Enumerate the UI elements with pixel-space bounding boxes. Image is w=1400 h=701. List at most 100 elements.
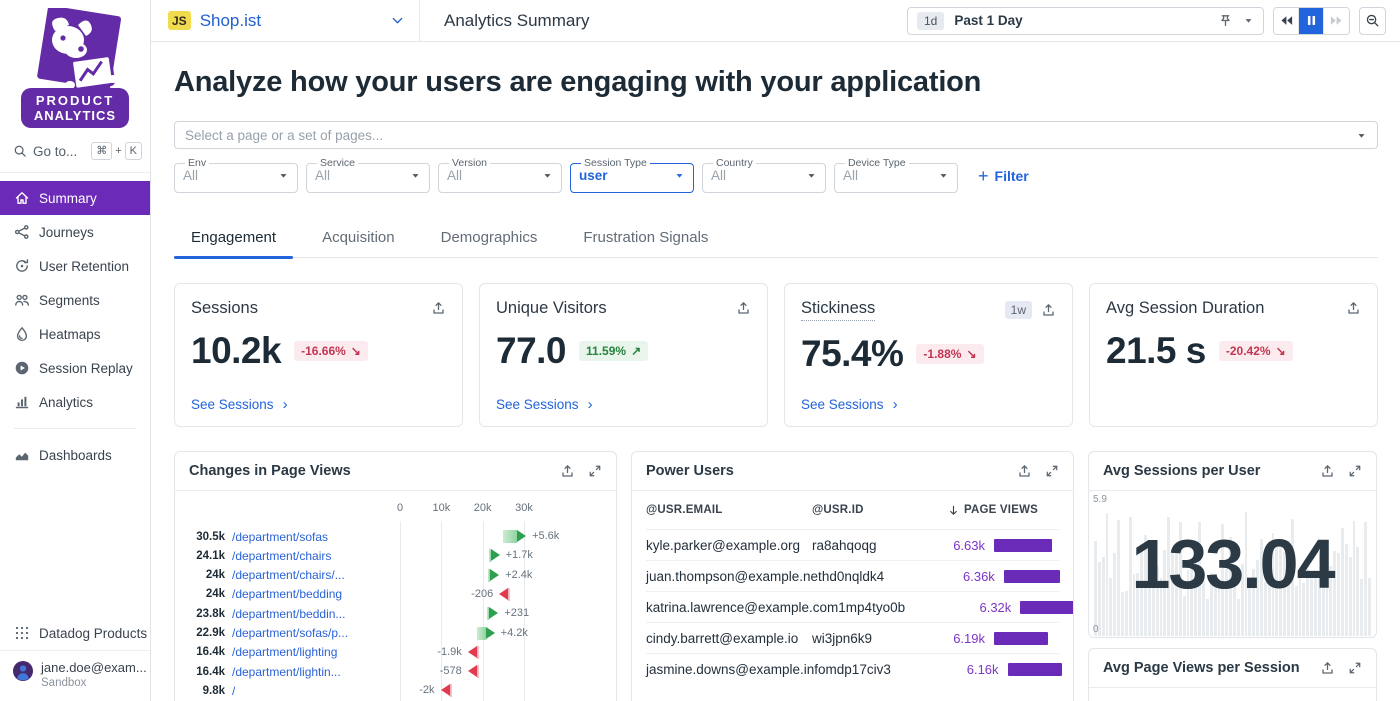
sidebar-item-session-replay[interactable]: Session Replay (0, 351, 150, 385)
page-link[interactable]: /department/sofas (232, 530, 328, 544)
filter-version[interactable]: VersionAll (438, 157, 562, 193)
tab-frustration-signals[interactable]: Frustration Signals (566, 221, 725, 257)
product-analytics-logo: PRODUCT ANALYTICS (0, 0, 150, 132)
page-selector-input[interactable]: Select a page or a set of pages... (174, 121, 1378, 149)
card-title: Avg Page Views per Session (1103, 660, 1300, 676)
page-link[interactable]: /department/chairs (232, 549, 331, 563)
y-axis-min-label: 0 (1093, 624, 1099, 635)
x-axis-tick: 20k (474, 502, 492, 514)
caret-down-icon (674, 170, 685, 181)
filter-device-type[interactable]: Device TypeAll (834, 157, 958, 193)
page-link[interactable]: / (232, 684, 235, 698)
column-header-usr-email[interactable]: @USR.EMAIL (646, 504, 812, 516)
caret-down-icon (1243, 15, 1254, 26)
rewind-button[interactable] (1274, 8, 1299, 34)
kpi-delta-badge: -16.66%↘ (294, 341, 368, 361)
decrease-arrow (468, 665, 479, 678)
tab-acquisition[interactable]: Acquisition (305, 221, 412, 257)
user-id-cell: ra8ahqoqg (812, 538, 947, 553)
column-header-page-views[interactable]: PAGE VIEWS (947, 504, 1059, 517)
sidebar-item-journeys[interactable]: Journeys (0, 215, 150, 249)
table-row[interactable]: juan.thompson@example.nethd0nqldk46.36k (646, 560, 1059, 591)
column-header-usr-id[interactable]: @USR.ID (812, 504, 947, 516)
sidebar-item-label: User Retention (39, 259, 129, 274)
filter-env[interactable]: EnvAll (174, 157, 298, 193)
sidebar: PRODUCT ANALYTICS Go to... ⌘ + K Summary… (0, 0, 151, 701)
page-link[interactable]: /department/lighting (232, 645, 337, 659)
fast-forward-button[interactable] (1324, 8, 1349, 34)
gridline (483, 521, 484, 701)
sidebar-item-dashboards[interactable]: Dashboards (0, 438, 150, 472)
go-to-search[interactable]: Go to... ⌘ + K (0, 132, 150, 173)
zoom-out-button[interactable] (1359, 7, 1386, 35)
pause-button[interactable] (1299, 8, 1324, 34)
sidebar-item-summary[interactable]: Summary (0, 181, 150, 215)
filter-session-type[interactable]: Session Typeuser (570, 157, 694, 193)
filter-service[interactable]: ServiceAll (306, 157, 430, 193)
page-link[interactable]: /department/beddin... (232, 607, 345, 621)
filter-value: All (711, 168, 726, 183)
table-row[interactable]: katrina.lawrence@example.com1mp4tyo0b6.3… (646, 591, 1059, 622)
export-button[interactable] (1320, 661, 1335, 676)
export-button[interactable] (1346, 301, 1361, 316)
page-link[interactable]: /department/chairs/... (232, 568, 345, 582)
see-sessions-link[interactable]: See Sessions› (191, 396, 288, 413)
export-button[interactable] (736, 301, 751, 316)
link-label: See Sessions (191, 397, 274, 412)
add-filter-button[interactable]: +Filter (978, 168, 1029, 184)
sidebar-item-user-retention[interactable]: User Retention (0, 249, 150, 283)
topbar: JS Shop.ist Analytics Summary 1d Past 1 … (151, 0, 1400, 42)
page-views-value: 16.4k (187, 646, 225, 658)
app-selector[interactable]: JS Shop.ist (151, 0, 420, 41)
expand-icon (1045, 464, 1059, 479)
change-label: -2k (419, 684, 434, 697)
export-button[interactable] (1041, 303, 1056, 318)
pin-icon[interactable] (1218, 13, 1233, 28)
caret-down-icon (278, 170, 289, 181)
time-range-selector[interactable]: 1d Past 1 Day (907, 7, 1264, 35)
page-views-value: 22.9k (187, 627, 225, 639)
page-views-row: 16.4k/department/lighting (187, 643, 399, 662)
page-link[interactable]: /department/lightin... (232, 665, 341, 679)
expand-button[interactable] (1348, 464, 1362, 479)
page-views-row: 24k/department/chairs/... (187, 566, 399, 585)
tab-demographics[interactable]: Demographics (424, 221, 555, 257)
sidebar-item-heatmaps[interactable]: Heatmaps (0, 317, 150, 351)
export-button[interactable] (431, 301, 446, 316)
user-account[interactable]: jane.doe@exam... Sandbox (0, 650, 150, 701)
page-views-row: 22.9k/department/sofas/p... (187, 624, 399, 643)
expand-button[interactable] (1045, 464, 1059, 479)
sidebar-item-label: Segments (39, 293, 100, 308)
expand-button[interactable] (1348, 661, 1362, 676)
table-row[interactable]: jasmine.downs@example.infomdp17civ36.16k (646, 653, 1059, 684)
table-row[interactable]: cindy.barrett@example.iowi3jpn6k96.19k (646, 622, 1059, 653)
user-id-cell: wi3jpn6k9 (812, 631, 947, 646)
time-range-badge: 1d (917, 12, 944, 30)
table-row[interactable]: kyle.parker@example.orgra8ahqoqg6.63k (646, 529, 1059, 560)
grid-apps-icon (14, 625, 30, 641)
export-button[interactable] (560, 464, 575, 479)
search-icon (13, 144, 27, 158)
kpi-title: Sessions (191, 299, 258, 318)
export-button[interactable] (1320, 464, 1335, 479)
filter-country[interactable]: CountryAll (702, 157, 826, 193)
sidebar-item-analytics[interactable]: Analytics (0, 385, 150, 419)
x-axis-tick: 0 (397, 502, 403, 514)
kbd-k: K (125, 142, 142, 160)
page-link[interactable]: /department/bedding (232, 587, 342, 601)
sort-descending-icon (947, 504, 960, 517)
decrease-arrow (468, 646, 479, 659)
sidebar-item-datadog-products[interactable]: Datadog Products (0, 616, 150, 650)
caret-down-icon (410, 170, 421, 181)
x-axis-tick: 10k (432, 502, 450, 514)
fast-forward-icon (1329, 13, 1344, 28)
sidebar-item-segments[interactable]: Segments (0, 283, 150, 317)
user-email-cell: kyle.parker@example.org (646, 538, 812, 553)
expand-button[interactable] (588, 464, 602, 479)
page-views-bar (1020, 601, 1074, 614)
see-sessions-link[interactable]: See Sessions› (496, 396, 593, 413)
tab-engagement[interactable]: Engagement (174, 221, 293, 257)
export-button[interactable] (1017, 464, 1032, 479)
see-sessions-link[interactable]: See Sessions› (801, 396, 898, 413)
page-link[interactable]: /department/sofas/p... (232, 626, 348, 640)
